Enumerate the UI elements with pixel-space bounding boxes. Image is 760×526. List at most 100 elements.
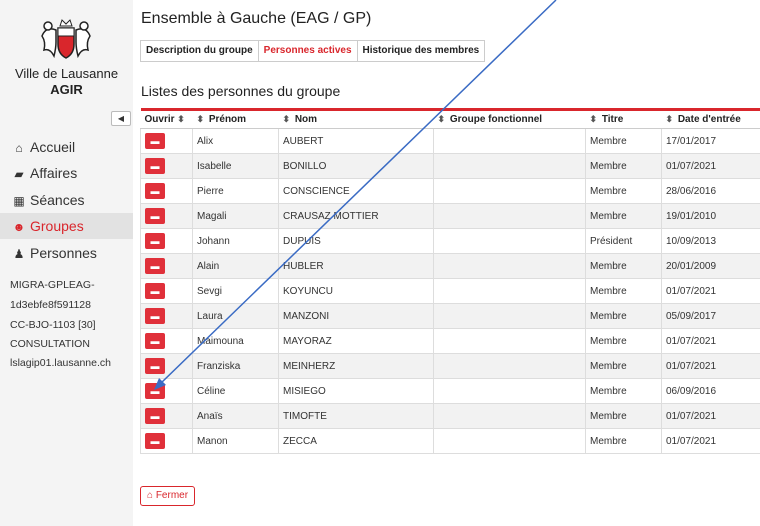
column-header-groupe[interactable]: ⬍ Groupe fonctionnel (433, 109, 586, 129)
app-name: AGIR (50, 82, 83, 97)
section-title: Listes des personnes du groupe (141, 83, 341, 99)
cell-date: 01/07/2021 (661, 278, 760, 304)
nav-label: Accueil (30, 139, 76, 155)
cell-ouvrir: ▬ (140, 153, 193, 179)
cell-nom: MISIEGO (278, 378, 434, 404)
open-folder-button[interactable]: ▬ (145, 208, 165, 224)
cell-ouvrir: ▬ (140, 378, 193, 404)
info-line: lslagip01.lausanne.ch (10, 357, 111, 369)
cell-ouvrir: ▬ (140, 253, 193, 279)
cell-groupe (433, 278, 586, 304)
tab-personnes-actives[interactable]: Personnes actives (257, 40, 358, 62)
open-folder-button[interactable]: ▬ (145, 333, 165, 349)
table-row: ▬ Manon ZECCA Membre 01/07/2021 (140, 428, 760, 454)
cell-date: 19/01/2010 (661, 203, 760, 229)
cell-date: 17/01/2017 (661, 128, 760, 154)
cell-prenom: Anaïs (192, 403, 279, 429)
info-line: CONSULTATION (10, 338, 90, 350)
cell-titre: Membre (585, 128, 662, 154)
tab-historique[interactable]: Historique des membres (356, 40, 486, 62)
column-header-date[interactable]: ⬍ Date d'entrée (661, 109, 760, 129)
cell-prenom: Isabelle (192, 153, 279, 179)
cell-titre: Membre (585, 253, 662, 279)
cell-nom: BONILLO (278, 153, 434, 179)
page-title: Ensemble à Gauche (EAG / GP) (141, 10, 372, 27)
cell-ouvrir: ▬ (140, 303, 193, 329)
open-folder-button[interactable]: ▬ (145, 408, 165, 424)
cell-date: 01/07/2021 (661, 428, 760, 454)
cell-titre: Membre (585, 278, 662, 304)
open-folder-button[interactable]: ▬ (145, 383, 165, 399)
table-row: ▬ Johann DUPUIS Président 10/09/2013 (140, 228, 760, 254)
nav-label: Séances (30, 192, 85, 208)
sidebar: Ville de Lausanne AGIR ◀ ⌂ Accueil ▰ Affai… (0, 0, 133, 526)
cell-date: 01/07/2021 (661, 403, 760, 429)
cell-prenom: Laura (192, 303, 279, 329)
table-row: ▬ Maimouna MAYORAZ Membre 01/07/2021 (140, 328, 760, 354)
cell-ouvrir: ▬ (140, 128, 193, 154)
sort-icon: ⬍ (196, 114, 205, 124)
cell-prenom: Alain (192, 253, 279, 279)
table-row: ▬ Alain HUBLER Membre 20/01/2009 (140, 253, 760, 279)
open-folder-button[interactable]: ▬ (145, 158, 165, 174)
table-row: ▬ Anaïs TIMOFTE Membre 01/07/2021 (140, 403, 760, 429)
column-header-prenom[interactable]: ⬍ Prénom (192, 109, 279, 129)
nav-item-seances[interactable]: ▦ Séances (0, 187, 133, 213)
sort-icon: ⬍ (589, 114, 598, 124)
users-icon: ☻ (12, 220, 26, 234)
cell-groupe (433, 328, 586, 354)
cell-nom: KOYUNCU (278, 278, 434, 304)
collapse-sidebar-button[interactable]: ◀ (111, 111, 131, 126)
cell-groupe (433, 378, 586, 404)
cell-groupe (433, 353, 586, 379)
cell-groupe (433, 228, 586, 254)
cell-date: 05/09/2017 (661, 303, 760, 329)
open-folder-button[interactable]: ▬ (145, 233, 165, 249)
cell-ouvrir: ▬ (140, 403, 193, 429)
column-header-titre[interactable]: ⬍ Titre (585, 109, 662, 129)
cell-ouvrir: ▬ (140, 328, 193, 354)
nav-item-personnes[interactable]: ♟ Personnes (0, 240, 133, 266)
cell-titre: Membre (585, 378, 662, 404)
user-icon: ♟ (13, 247, 25, 261)
cell-titre: Membre (585, 303, 662, 329)
info-line: MIGRA-GPLEAG- (10, 279, 95, 291)
cell-nom: CONSCIENCE (278, 178, 434, 204)
members-table: Ouvrir ⬍ ⬍ Prénom ⬍ Nom ⬍ Groupe fonctio… (140, 108, 760, 454)
nav-item-accueil[interactable]: ⌂ Accueil (0, 134, 133, 160)
column-header-nom[interactable]: ⬍ Nom (278, 109, 434, 129)
cell-nom: HUBLER (278, 253, 434, 279)
cell-titre: Membre (585, 203, 662, 229)
open-folder-button[interactable]: ▬ (145, 358, 165, 374)
open-folder-button[interactable]: ▬ (145, 433, 165, 449)
home-icon: ⌂ (147, 490, 154, 501)
column-header-ouvrir[interactable]: Ouvrir ⬍ (140, 109, 193, 129)
cell-titre: Membre (585, 403, 662, 429)
cell-groupe (433, 153, 586, 179)
info-line: 1d3ebfe8f591128 (10, 299, 91, 311)
open-folder-button[interactable]: ▬ (145, 308, 165, 324)
table-row: ▬ Isabelle BONILLO Membre 01/07/2021 (140, 153, 760, 179)
cell-ouvrir: ▬ (140, 353, 193, 379)
cell-ouvrir: ▬ (140, 178, 193, 204)
cell-prenom: Sevgi (192, 278, 279, 304)
open-folder-button[interactable]: ▬ (145, 283, 165, 299)
home-icon: ⌂ (15, 141, 23, 155)
cell-nom: DUPUIS (278, 228, 434, 254)
nav-item-affaires[interactable]: ▰ Affaires (0, 160, 133, 186)
cell-prenom: Manon (192, 428, 279, 454)
cell-prenom: Maimouna (192, 328, 279, 354)
tab-description[interactable]: Description du groupe (140, 40, 259, 62)
close-button[interactable]: ⌂ Fermer (140, 486, 196, 506)
cell-nom: MANZONI (278, 303, 434, 329)
open-folder-button[interactable]: ▬ (145, 133, 165, 149)
sort-icon: ⬍ (437, 114, 446, 124)
open-folder-button[interactable]: ▬ (145, 183, 165, 199)
cell-prenom: Céline (192, 378, 279, 404)
cell-titre: Président (585, 228, 662, 254)
cell-titre: Membre (585, 353, 662, 379)
table-header-row: Ouvrir ⬍ ⬍ Prénom ⬍ Nom ⬍ Groupe fonctio… (140, 109, 760, 129)
nav-item-groupes[interactable]: ☻ Groupes (0, 213, 133, 239)
open-folder-button[interactable]: ▬ (145, 258, 165, 274)
sort-icon: ⬍ (282, 114, 291, 124)
